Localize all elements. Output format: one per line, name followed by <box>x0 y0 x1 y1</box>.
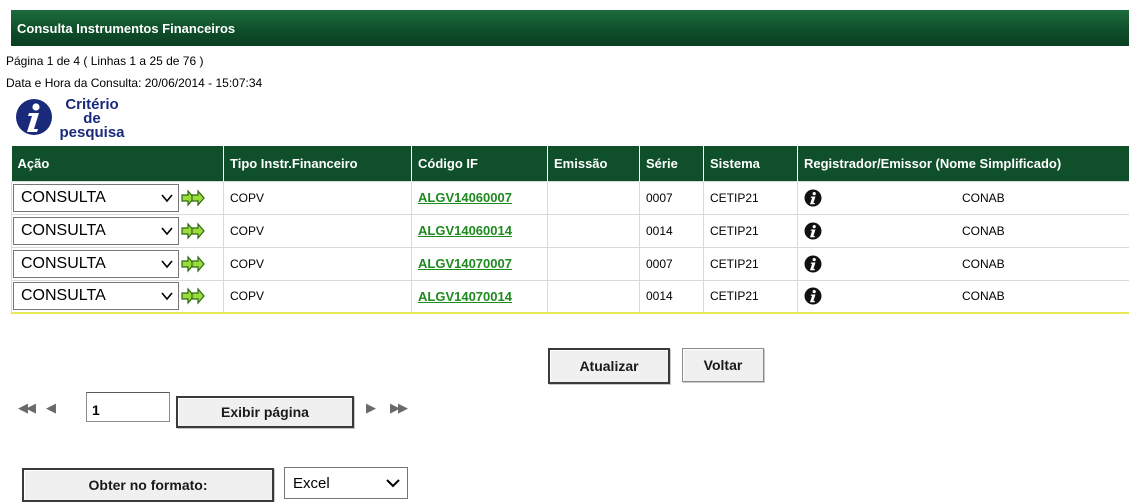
criteria-line2: pesquisa <box>59 124 125 141</box>
chevron-down-icon <box>161 292 173 301</box>
prev-page-icon[interactable]: ◀ <box>46 400 56 416</box>
codigo-cell: ALGV14070014 <box>411 279 548 314</box>
format-select[interactable]: Excel <box>284 467 408 499</box>
search-criteria-label: Critério de pesquisa <box>58 96 126 141</box>
codigo-if-link[interactable]: ALGV14060014 <box>418 223 512 238</box>
tipo-cell: COPV <box>223 180 412 215</box>
next-page-icon[interactable]: ▶ <box>366 400 376 416</box>
sistema-cell: CETIP21 <box>703 246 798 281</box>
emissao-cell <box>547 213 640 248</box>
acao-select[interactable]: CONSULTA <box>13 282 179 311</box>
acao-select-value: CONSULTA <box>21 188 106 206</box>
column-header-registrador: Registrador/Emissor (Nome Simplificado) <box>797 146 1129 181</box>
table-row: CONSULTA COPV ALGV14060014 0014 CETIP21 … <box>11 213 1129 248</box>
acao-cell: CONSULTA <box>11 279 224 314</box>
codigo-if-link[interactable]: ALGV14070007 <box>418 256 512 271</box>
exibir-pagina-button[interactable]: Exibir página <box>176 396 354 428</box>
serie-cell: 0007 <box>639 180 704 215</box>
query-datetime: Data e Hora da Consulta: 20/06/2014 - 15… <box>6 76 263 90</box>
column-header-sistema: Sistema <box>703 146 798 181</box>
acao-cell: CONSULTA <box>11 180 224 215</box>
emissao-cell <box>547 279 640 314</box>
financial-instruments-table: Ação Tipo Instr.Financeiro Código IF Emi… <box>11 146 1129 314</box>
sistema-cell: CETIP21 <box>703 279 798 314</box>
acao-cell: CONSULTA <box>11 213 224 248</box>
obter-formato-button[interactable]: Obter no formato: <box>22 468 274 502</box>
registrador-cell: CONAB <box>797 246 1129 281</box>
registrador-cell: CONAB <box>797 213 1129 248</box>
page-number-input[interactable]: 1 <box>86 392 170 422</box>
sistema-cell: CETIP21 <box>703 180 798 215</box>
last-page-icon[interactable]: ▶▶ <box>390 400 408 416</box>
pagination-info: Página 1 de 4 ( Linhas 1 a 25 de 76 ) <box>6 54 204 68</box>
sistema-cell: CETIP21 <box>703 213 798 248</box>
tipo-cell: COPV <box>223 213 412 248</box>
first-page-icon[interactable]: ◀◀ <box>18 400 36 416</box>
column-header-codigo: Código IF <box>411 146 548 181</box>
table-row: CONSULTA COPV ALGV14070007 0007 CETIP21 … <box>11 246 1129 281</box>
column-header-emissao: Emissão <box>547 146 640 181</box>
acao-select-value: CONSULTA <box>21 287 106 305</box>
criteria-line1: Critério de <box>65 96 119 127</box>
registrador-name: CONAB <box>962 256 1005 271</box>
codigo-if-link[interactable]: ALGV14060007 <box>418 190 512 205</box>
chevron-down-icon <box>386 479 400 488</box>
page-title: Consulta Instrumentos Financeiros <box>17 20 236 36</box>
info-icon[interactable] <box>804 189 822 207</box>
acao-select[interactable]: CONSULTA <box>13 249 179 278</box>
column-header-acao: Ação <box>11 146 224 181</box>
acao-select[interactable]: CONSULTA <box>13 183 179 212</box>
registrador-name: CONAB <box>962 289 1005 304</box>
emissao-cell <box>547 180 640 215</box>
serie-cell: 0014 <box>639 213 704 248</box>
voltar-button[interactable]: Voltar <box>682 348 764 382</box>
registrador-cell: CONAB <box>797 279 1129 314</box>
serie-cell: 0014 <box>639 279 704 314</box>
info-icon[interactable] <box>804 287 822 305</box>
table-row: CONSULTA COPV ALGV14070014 0014 CETIP21 … <box>11 279 1129 314</box>
column-header-tipo: Tipo Instr.Financeiro <box>223 146 412 181</box>
page-title-bar: Consulta Instrumentos Financeiros <box>11 10 1129 46</box>
atualizar-button[interactable]: Atualizar <box>548 348 670 384</box>
search-criteria-link[interactable]: Critério de pesquisa <box>14 97 126 140</box>
column-header-serie: Série <box>639 146 704 181</box>
codigo-cell: ALGV14070007 <box>411 246 548 281</box>
registrador-cell: CONAB <box>797 180 1129 215</box>
chevron-down-icon <box>161 226 173 235</box>
emissao-cell <box>547 246 640 281</box>
format-select-value: Excel <box>293 474 330 492</box>
codigo-cell: ALGV14060007 <box>411 180 548 215</box>
acao-cell: CONSULTA <box>11 246 224 281</box>
info-icon[interactable] <box>804 255 822 273</box>
codigo-if-link[interactable]: ALGV14070014 <box>418 289 512 304</box>
registrador-name: CONAB <box>962 190 1005 205</box>
codigo-cell: ALGV14060014 <box>411 213 548 248</box>
go-arrow-icon[interactable] <box>181 221 207 240</box>
go-arrow-icon[interactable] <box>181 287 207 305</box>
acao-select-value: CONSULTA <box>21 221 106 239</box>
tipo-cell: COPV <box>223 246 412 281</box>
tipo-cell: COPV <box>223 279 412 314</box>
go-arrow-icon[interactable] <box>181 254 207 273</box>
acao-select-value: CONSULTA <box>21 254 106 272</box>
registrador-name: CONAB <box>962 223 1005 238</box>
acao-select[interactable]: CONSULTA <box>13 216 179 245</box>
serie-cell: 0007 <box>639 246 704 281</box>
chevron-down-icon <box>161 259 173 268</box>
table-row: CONSULTA COPV ALGV14060007 0007 CETIP21 … <box>11 180 1129 215</box>
table-header-row: Ação Tipo Instr.Financeiro Código IF Emi… <box>11 146 1129 181</box>
info-icon <box>14 97 58 137</box>
chevron-down-icon <box>161 193 173 202</box>
go-arrow-icon[interactable] <box>181 188 207 207</box>
info-icon[interactable] <box>804 222 822 240</box>
